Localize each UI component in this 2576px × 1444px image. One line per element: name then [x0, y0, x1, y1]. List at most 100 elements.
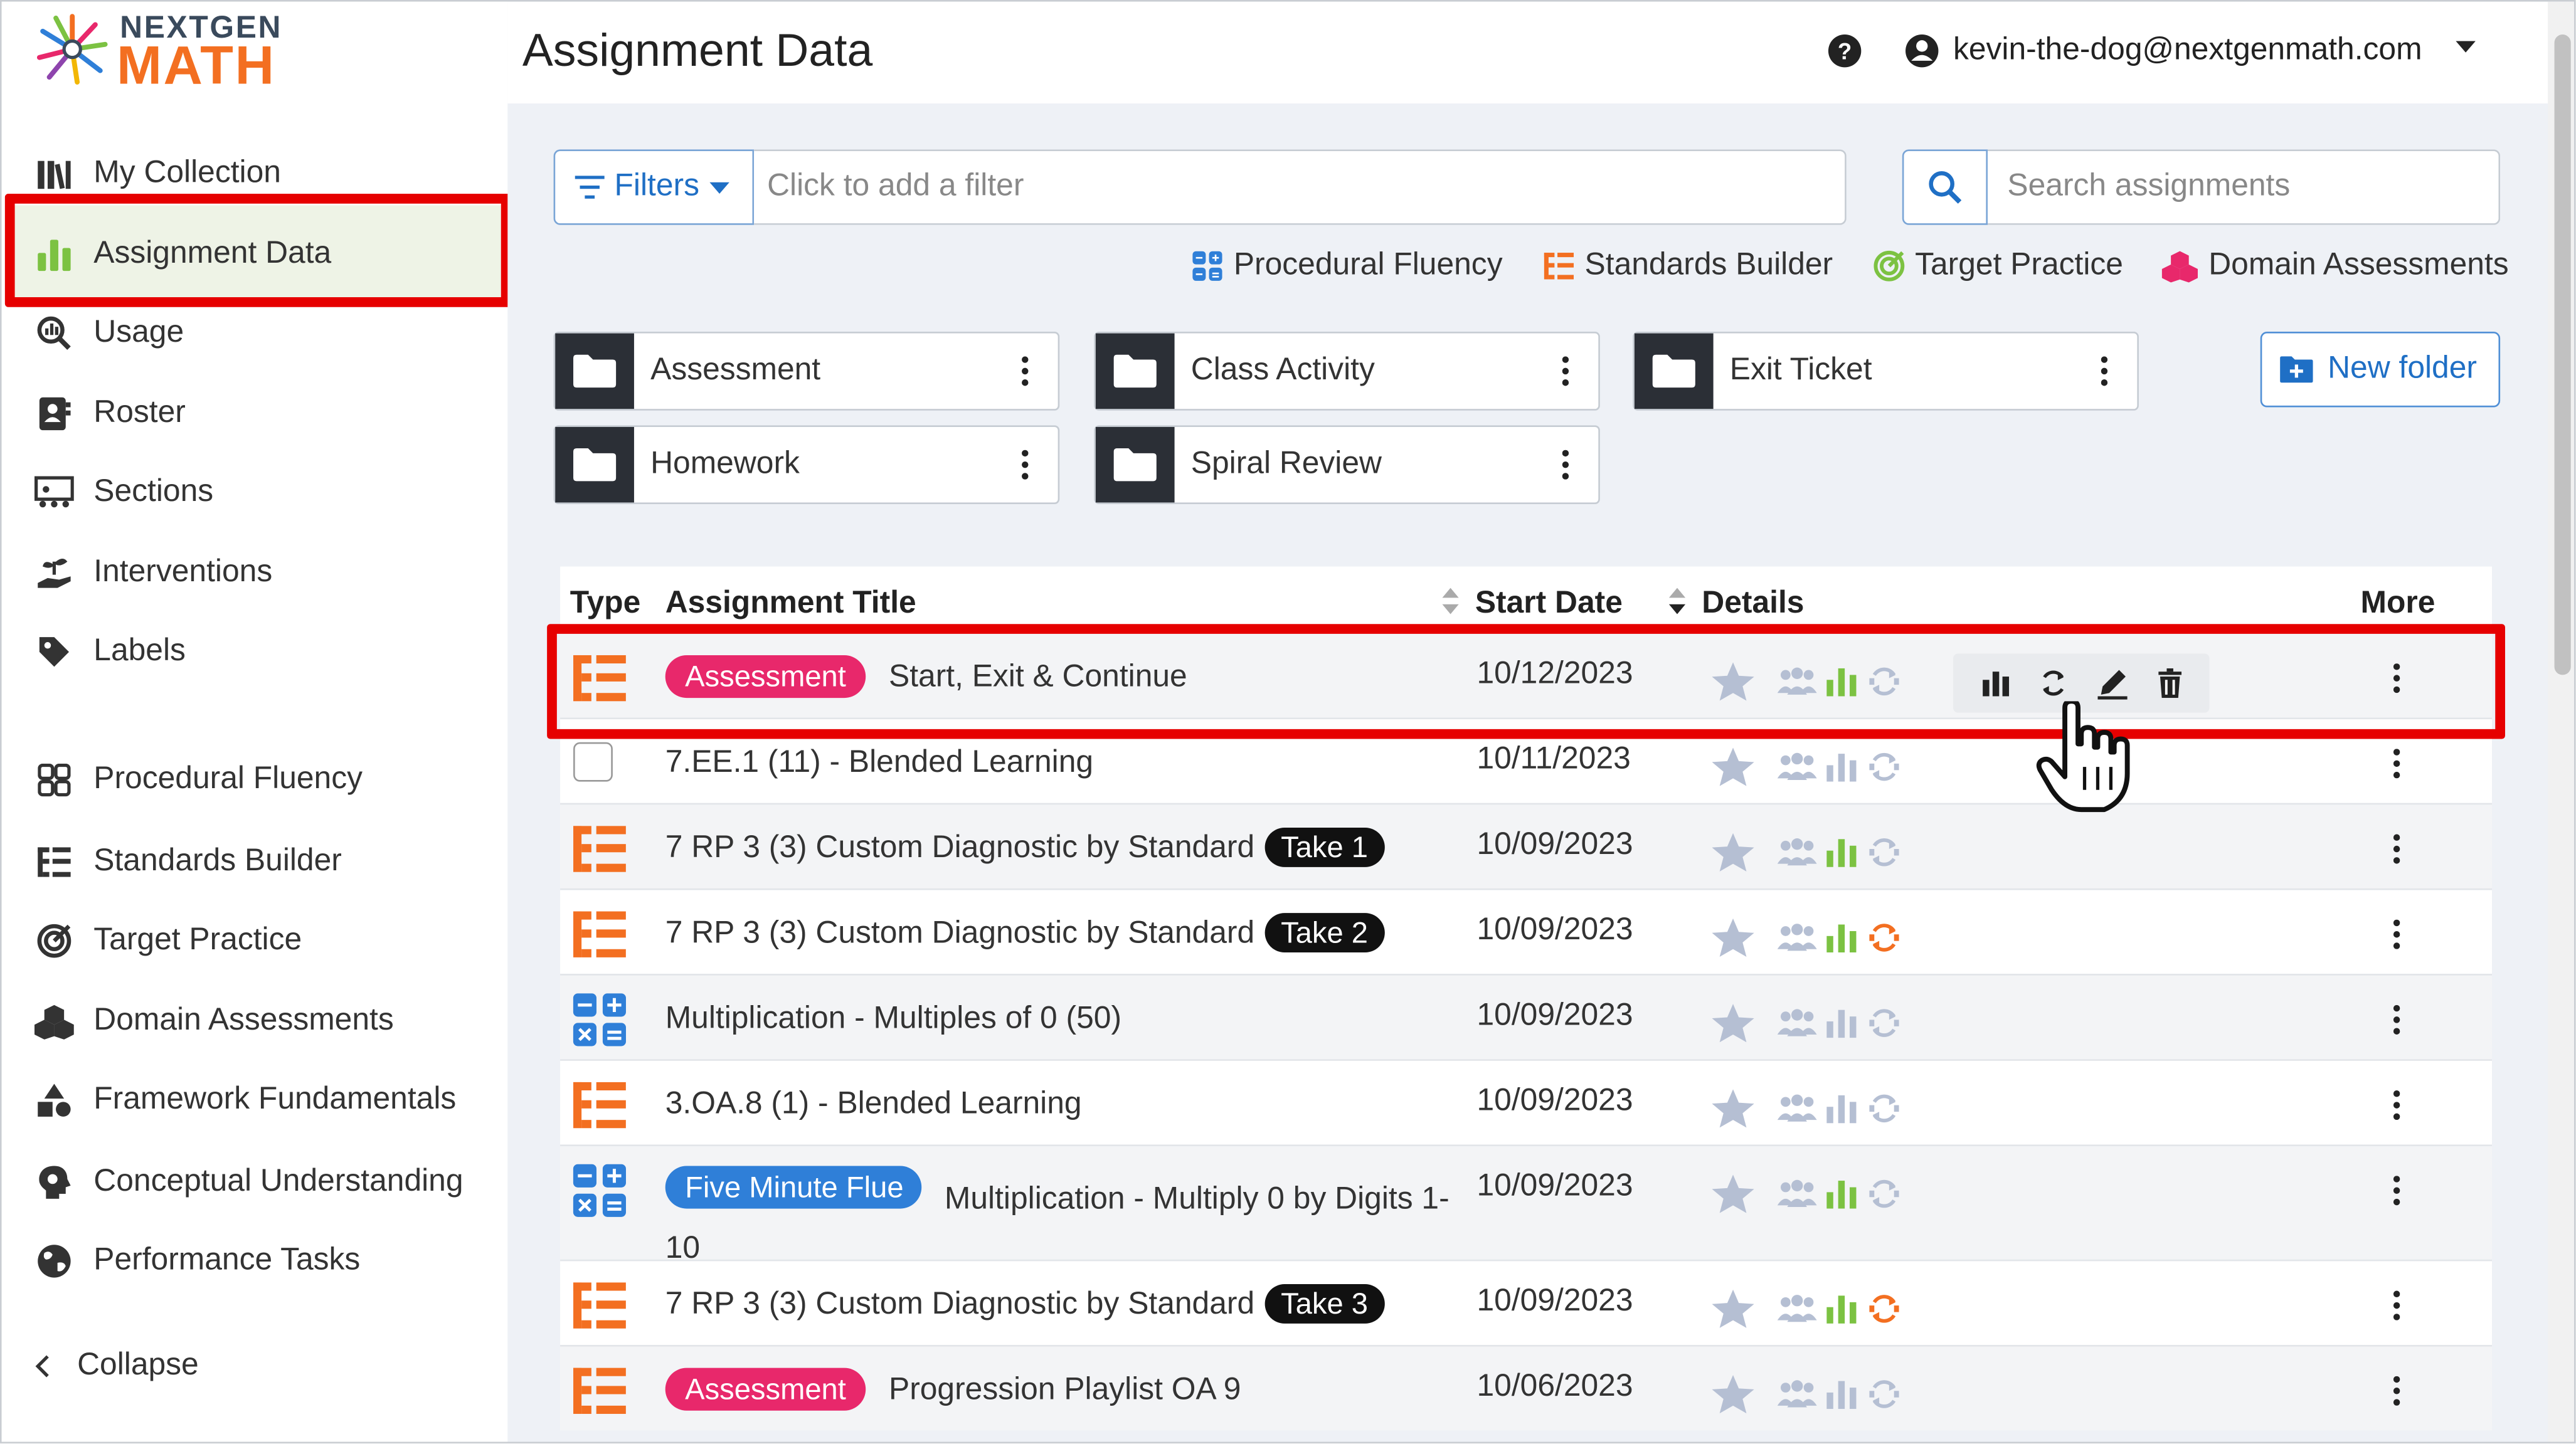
sidebar-item-domain-assessments[interactable]: Domain Assessments: [34, 992, 394, 1051]
filters-button[interactable]: Filters: [553, 149, 755, 225]
kebab-menu-icon[interactable]: [1562, 450, 1569, 480]
favorite-star-icon[interactable]: [1710, 1287, 1756, 1330]
assignment-title-cell[interactable]: 7 RP 3 (3) Custom Diagnostic by Standard…: [665, 910, 1454, 959]
row-more-menu-icon[interactable]: [2393, 749, 2400, 779]
reassign-icon[interactable]: [1868, 921, 1900, 954]
assignment-title-cell[interactable]: Five Minute Flue Multiplication - Multipl…: [665, 1166, 1454, 1274]
favorite-star-icon[interactable]: [1710, 1002, 1756, 1045]
reassign-icon[interactable]: [1868, 665, 1900, 698]
row-checkbox[interactable]: [573, 742, 613, 782]
table-row[interactable]: Assessment Start, Exit & Continue 10/12/20…: [560, 632, 2493, 718]
students-icon[interactable]: [1776, 1178, 1818, 1210]
students-icon[interactable]: [1776, 1378, 1818, 1410]
assignment-title-cell[interactable]: 3.OA.8 (1) - Blended Learning: [665, 1080, 1454, 1130]
caret-down-icon[interactable]: [2456, 41, 2476, 53]
results-chart-icon[interactable]: [1825, 838, 1858, 867]
assignment-title-cell[interactable]: Assessment Start, Exit & Continue: [665, 653, 1454, 703]
sort-desc-icon[interactable]: [1667, 586, 1687, 616]
results-chart-icon[interactable]: [1825, 752, 1858, 782]
sidebar-item-conceptual-understanding[interactable]: Conceptual Understanding: [34, 1153, 464, 1212]
scrollbar[interactable]: [2548, 1, 2574, 1442]
quick-link-target-practice[interactable]: Target Practice: [1872, 248, 2123, 284]
sidebar-item-labels[interactable]: Labels: [34, 623, 186, 682]
results-chart-icon[interactable]: [1825, 1179, 1858, 1209]
sidebar-item-roster[interactable]: Roster: [34, 384, 186, 443]
table-row[interactable]: 3.OA.8 (1) - Blended Learning 10/09/2023: [560, 1059, 2493, 1144]
folder-spiral-review[interactable]: Spiral Review: [1094, 425, 1600, 505]
sidebar-item-procedural-fluency[interactable]: Procedural Fluency: [34, 751, 363, 809]
sort-icon[interactable]: [1441, 586, 1460, 616]
favorite-star-icon[interactable]: [1710, 916, 1756, 959]
students-icon[interactable]: [1776, 665, 1818, 698]
results-chart-icon[interactable]: [1825, 1008, 1858, 1038]
new-folder-button[interactable]: New folder: [2260, 332, 2501, 408]
row-more-menu-icon[interactable]: [2393, 919, 2400, 949]
students-icon[interactable]: [1776, 1092, 1818, 1125]
reassign-icon[interactable]: [1868, 836, 1900, 868]
quick-link-domain-assessments[interactable]: Domain Assessments: [2163, 248, 2509, 284]
sidebar-item-interventions[interactable]: Interventions: [34, 544, 272, 603]
scrollbar-thumb[interactable]: [2554, 34, 2571, 675]
students-icon[interactable]: [1776, 1006, 1818, 1039]
reassign-icon[interactable]: [1868, 1006, 1900, 1039]
row-more-menu-icon[interactable]: [2393, 1004, 2400, 1035]
help-icon[interactable]: ?: [1826, 33, 1863, 69]
nextgen-math-logo[interactable]: NEXTGEN MATH: [34, 8, 314, 95]
reassign-icon[interactable]: [1868, 1092, 1900, 1125]
search-button[interactable]: [1902, 149, 1988, 225]
table-row[interactable]: 7.EE.1 (11) - Blended Learning 10/11/2023: [560, 717, 2493, 803]
students-icon[interactable]: [1776, 751, 1818, 783]
assignment-title-cell[interactable]: 7.EE.1 (11) - Blended Learning: [665, 739, 1454, 789]
results-chart-icon[interactable]: [1825, 1379, 1858, 1410]
view-results-icon[interactable]: [1980, 670, 2010, 697]
row-more-menu-icon[interactable]: [2393, 1176, 2400, 1206]
user-email-menu[interactable]: kevin-the-dog@nextgenmath.com: [1953, 33, 2422, 69]
kebab-menu-icon[interactable]: [1562, 356, 1569, 386]
results-chart-icon[interactable]: [1825, 1094, 1858, 1124]
table-row[interactable]: 7 RP 3 (3) Custom Diagnostic by Standard…: [560, 1259, 2493, 1345]
favorite-star-icon[interactable]: [1710, 1173, 1756, 1215]
table-row[interactable]: Five Minute Flue Multiplication - Multipl…: [560, 1144, 2493, 1266]
reassign-icon[interactable]: [1868, 1378, 1900, 1410]
quick-link-standards-builder[interactable]: Standards Builder: [1542, 248, 1833, 284]
assignment-title-cell[interactable]: 7 RP 3 (3) Custom Diagnostic by Standard…: [665, 825, 1454, 874]
edit-pencil-icon[interactable]: [2096, 667, 2128, 700]
sidebar-item-sections[interactable]: Sections: [34, 463, 213, 522]
sidebar-item-performance-tasks[interactable]: Performance Tasks: [34, 1231, 360, 1290]
folder-homework[interactable]: Homework: [553, 425, 1060, 505]
reassign-icon[interactable]: [1868, 1292, 1900, 1325]
favorite-star-icon[interactable]: [1710, 746, 1756, 788]
assignment-title-cell[interactable]: Multiplication - Multiples of 0 (50): [665, 995, 1454, 1045]
reassign-icon[interactable]: [1868, 1178, 1900, 1210]
sidebar-item-framework-fundamentals[interactable]: Framework Fundamentals: [34, 1071, 456, 1130]
table-row[interactable]: Multiplication - Multiples of 0 (50) 10/0…: [560, 974, 2493, 1060]
kebab-menu-icon[interactable]: [1022, 356, 1029, 386]
row-more-menu-icon[interactable]: [2393, 1090, 2400, 1120]
results-chart-icon[interactable]: [1825, 667, 1858, 697]
students-icon[interactable]: [1776, 836, 1818, 868]
students-icon[interactable]: [1776, 921, 1818, 954]
delete-trash-icon[interactable]: [2156, 668, 2182, 698]
filter-input[interactable]: Click to add a filter: [754, 149, 1847, 225]
results-chart-icon[interactable]: [1825, 923, 1858, 953]
collapse-sidebar-button[interactable]: Collapse: [34, 1348, 199, 1384]
sidebar-item-target-practice[interactable]: Target Practice: [34, 912, 302, 971]
column-header-type[interactable]: Type: [570, 586, 640, 623]
user-avatar-icon[interactable]: [1904, 33, 1940, 69]
sidebar-item-my-collection[interactable]: My Collection: [34, 144, 281, 203]
favorite-star-icon[interactable]: [1710, 660, 1756, 703]
row-more-menu-icon[interactable]: [2393, 663, 2400, 693]
favorite-star-icon[interactable]: [1710, 1373, 1756, 1415]
search-input[interactable]: Search assignments: [1987, 149, 2501, 225]
folder-exit-ticket[interactable]: Exit Ticket: [1633, 332, 2139, 411]
kebab-menu-icon[interactable]: [2101, 356, 2108, 386]
table-row[interactable]: 7 RP 3 (3) Custom Diagnostic by Standard…: [560, 888, 2493, 974]
results-chart-icon[interactable]: [1825, 1294, 1858, 1324]
assignment-title-cell[interactable]: Assessment Progression Playlist OA 9: [665, 1366, 1454, 1416]
row-more-menu-icon[interactable]: [2393, 1290, 2400, 1320]
sidebar-item-assignment-data[interactable]: Assignment Data: [11, 205, 501, 304]
students-icon[interactable]: [1776, 1292, 1818, 1325]
reassign-icon[interactable]: [1868, 751, 1900, 783]
quick-link-procedural-fluency[interactable]: Procedural Fluency: [1191, 248, 1503, 284]
table-row[interactable]: 7 RP 3 (3) Custom Diagnostic by Standard…: [560, 803, 2493, 888]
